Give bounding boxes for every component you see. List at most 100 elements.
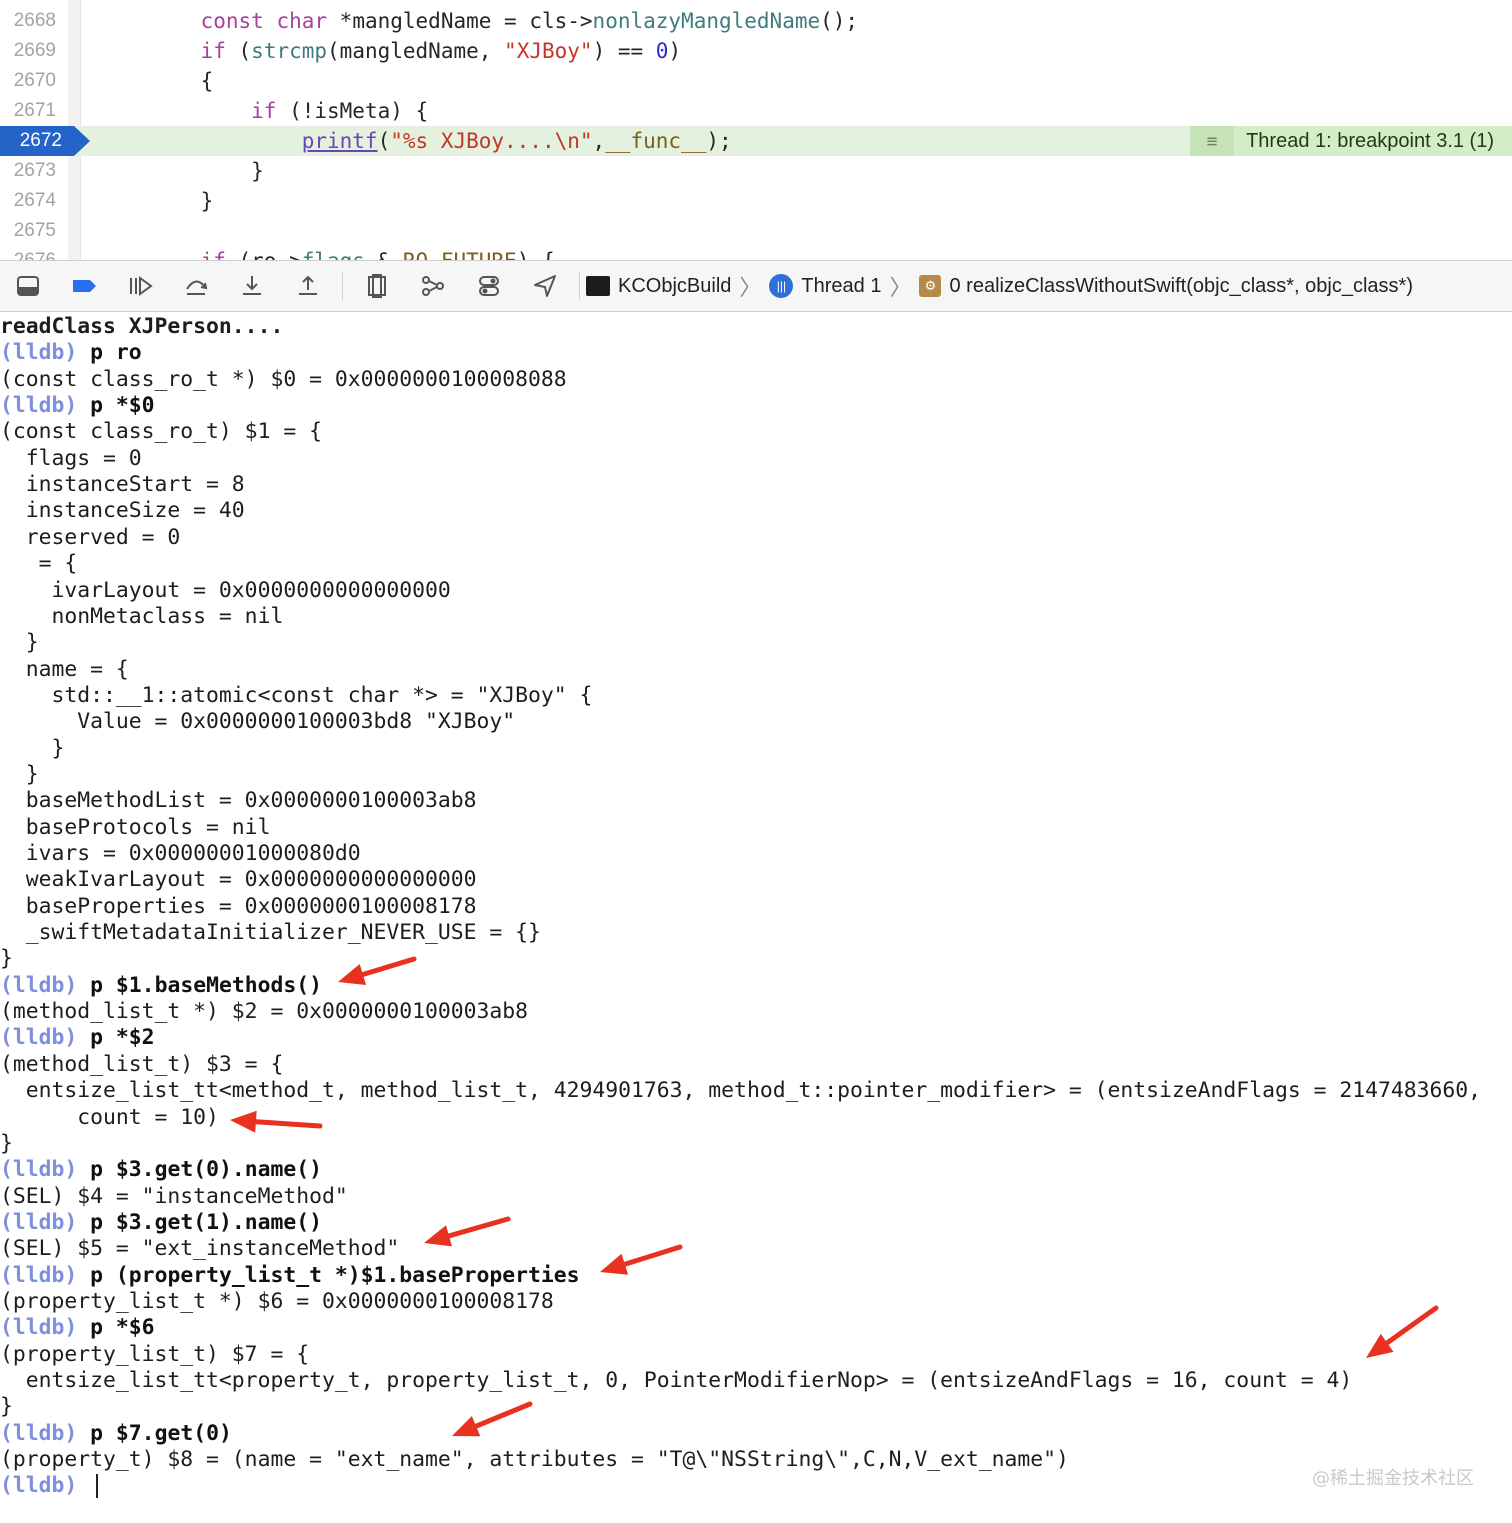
console-output-line: baseMethodList = 0x0000000100003ab8 <box>0 788 477 814</box>
console-command-line: (lldb) p *$2 <box>0 1025 155 1051</box>
console-output-line: (const class_ro_t *) $0 = 0x000000010000… <box>0 366 567 392</box>
code-token: const <box>200 9 264 33</box>
code-token: *mangledName = cls-> <box>327 9 593 33</box>
source-editor[interactable]: 2668 const char *mangledName = cls->nonl… <box>0 0 1512 260</box>
console-command: p *$0 <box>90 393 155 419</box>
lldb-prompt: (lldb) <box>0 1420 78 1446</box>
code-line-current[interactable]: 2672 printf("%s XJBoy....\n",__func__); ≡… <box>0 126 1512 156</box>
list-lines-icon[interactable]: ≡ <box>1190 126 1235 156</box>
console-output-line: } <box>0 630 39 656</box>
code-token: ( <box>377 129 391 153</box>
code-line[interactable]: 2676 if (ro->flags & RO_FUTURE) { <box>0 246 1512 260</box>
console-output-line: } <box>0 735 65 761</box>
breadcrumb-target[interactable]: KCObjcBuild <box>586 275 731 298</box>
code-line[interactable]: 2671 if (!isMeta) { <box>0 96 1512 126</box>
lldb-prompt: (lldb) <box>0 1025 78 1051</box>
console-input-line[interactable]: (lldb) <box>0 1473 99 1499</box>
step-over-icon[interactable] <box>168 261 224 311</box>
line-number[interactable]: 2674 <box>0 186 62 216</box>
code-token: (mangledName, <box>327 39 505 63</box>
breadcrumb-target-label: KCObjcBuild <box>618 274 732 297</box>
line-number[interactable]: 2671 <box>0 96 62 126</box>
code-text: { <box>150 66 214 96</box>
console-output-line: Value = 0x0000000100003bd8 "XJBoy" <box>0 709 516 735</box>
console-command: p ro <box>90 340 142 366</box>
line-number[interactable]: 2676 <box>0 246 62 260</box>
chevron-right-icon: 〉 <box>739 275 762 300</box>
line-number[interactable]: 2675 <box>0 216 62 246</box>
step-into-icon[interactable] <box>224 261 280 311</box>
breadcrumb-thread[interactable]: ||| Thread 1 <box>769 274 881 298</box>
line-number-label: 2676 <box>14 250 56 260</box>
line-number[interactable]: 2669 <box>0 36 62 66</box>
console-output-line: instanceSize = 40 <box>0 498 245 524</box>
console-output-line: (const class_ro_t) $1 = { <box>0 419 322 445</box>
continue-icon[interactable] <box>112 261 168 311</box>
code-line[interactable]: 2668 const char *mangledName = cls->nonl… <box>0 6 1512 36</box>
lldb-console[interactable]: readClass XJPerson.... (lldb) p ro (const … <box>0 312 1512 1523</box>
code-token: } <box>150 189 214 213</box>
breakpoint-badge[interactable]: ≡ Thread 1: breakpoint 3.1 (1) <box>1190 126 1512 156</box>
line-number[interactable]: 2668 <box>0 6 62 36</box>
text-cursor[interactable] <box>96 1474 99 1499</box>
console-output-line: (property_list_t *) $6 = 0x0000000100008… <box>0 1288 554 1314</box>
console-output-line: } <box>0 1130 13 1156</box>
line-number[interactable]: 2673 <box>0 156 62 186</box>
line-number[interactable]: 2670 <box>0 66 62 96</box>
console-output-line: flags = 0 <box>0 445 142 471</box>
console-output-line: readClass XJPerson.... <box>0 314 284 339</box>
console-output-line: name = { <box>0 656 129 682</box>
console-output-line: reserved = 0 <box>0 524 181 550</box>
environment-overrides-icon[interactable] <box>461 261 517 311</box>
memory-graph-icon[interactable] <box>405 261 461 311</box>
console-command-line: (lldb) p $1.baseMethods() <box>0 973 322 999</box>
console-output-line: baseProperties = 0x0000000100008178 <box>0 893 477 919</box>
watermark: @稀土掘金技术社区 <box>1312 1468 1474 1489</box>
lldb-prompt: (lldb) <box>0 1209 78 1235</box>
hide-debug-area-icon[interactable] <box>0 261 56 311</box>
code-token: { <box>150 69 214 93</box>
console-output-line: = { <box>0 551 78 577</box>
console-output-line: } <box>0 946 13 972</box>
console-output-line: (SEL) $5 = "ext_instanceMethod" <box>0 1236 400 1262</box>
code-token: printf <box>301 129 378 153</box>
breakpoint-marker-icon[interactable] <box>74 126 90 156</box>
lldb-prompt: (lldb) <box>0 972 78 998</box>
view-hierarchy-icon[interactable] <box>349 261 405 311</box>
line-number[interactable]: 2672 <box>0 126 74 156</box>
debug-toolbar: KCObjcBuild 〉 ||| Thread 1 〉 ⚙ 0 realize… <box>0 260 1512 312</box>
step-out-icon[interactable] <box>280 261 336 311</box>
console-output-line: baseProtocols = nil <box>0 814 271 840</box>
breakpoints-toggle-icon[interactable] <box>56 261 112 311</box>
breadcrumb-frame[interactable]: ⚙ 0 realizeClassWithoutSwift(objc_class*… <box>919 275 1413 298</box>
lldb-prompt: (lldb) <box>0 1315 78 1341</box>
code-line[interactable]: 2674 } <box>0 186 1512 216</box>
code-token: 0 <box>655 39 669 63</box>
code-line[interactable]: 2670 { <box>0 66 1512 96</box>
console-command-line: (lldb) p ro <box>0 340 142 366</box>
console-output-line: (SEL) $4 = "instanceMethod" <box>0 1183 348 1209</box>
line-number-label: 2675 <box>13 220 56 241</box>
simulate-location-icon[interactable] <box>517 261 573 311</box>
console-command-line: (lldb) p $7.get(0) <box>0 1421 232 1447</box>
code-line[interactable]: 2669 if (strcmp(mangledName, "XJBoy") ==… <box>0 36 1512 66</box>
line-number-label: 2671 <box>13 100 56 121</box>
console-output-line: instanceStart = 8 <box>0 472 245 498</box>
code-token: flags <box>302 249 365 260</box>
breadcrumb: KCObjcBuild 〉 ||| Thread 1 〉 ⚙ 0 realize… <box>586 261 1413 311</box>
console-command: p $3.get(0).name() <box>90 1157 322 1183</box>
code-line[interactable]: 2675 <box>0 216 1512 246</box>
code-line[interactable]: 2673 } <box>0 156 1512 186</box>
lldb-prompt: (lldb) <box>0 393 78 419</box>
code-token: __func__ <box>605 129 707 153</box>
code-token: "XJBoy" <box>504 39 593 63</box>
code-token: ); <box>706 129 732 153</box>
code-token: if <box>251 99 277 123</box>
code-token: (!isMeta) { <box>276 99 429 123</box>
console-output-line: std::__1::atomic<const char *> = "XJBoy"… <box>0 682 593 708</box>
console-command-line: (lldb) p (property_list_t *)$1.basePrope… <box>0 1263 580 1289</box>
code-text: } <box>150 156 264 186</box>
code-token: (); <box>820 9 859 33</box>
console-output-line: (property_list_t) $7 = { <box>0 1341 310 1367</box>
